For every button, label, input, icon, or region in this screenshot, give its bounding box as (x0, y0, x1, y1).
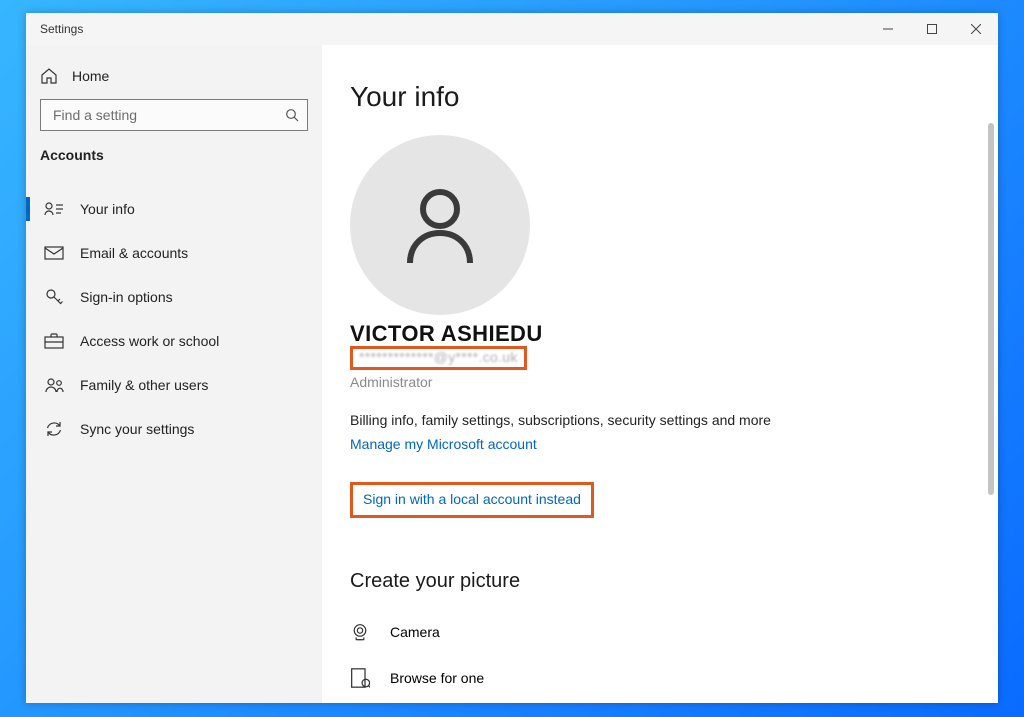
sidebar-category: Accounts (26, 147, 322, 177)
maximize-icon (927, 24, 937, 34)
sidebar-item-your-info[interactable]: Your info (26, 187, 322, 231)
search-icon (285, 108, 299, 122)
sidebar-item-signin[interactable]: Sign-in options (26, 275, 322, 319)
sidebar: Home Accounts Your info (26, 45, 322, 703)
sidebar-item-family[interactable]: Family & other users (26, 363, 322, 407)
picture-heading: Create your picture (350, 570, 998, 593)
briefcase-icon (44, 331, 64, 351)
scrollbar-thumb[interactable] (988, 123, 994, 495)
minimize-button[interactable] (866, 13, 910, 45)
people-icon (44, 375, 64, 395)
person-icon (390, 175, 490, 275)
sidebar-item-home[interactable]: Home (26, 55, 322, 99)
sidebar-item-label: Sign-in options (80, 289, 173, 305)
browse-label: Browse for one (390, 670, 484, 686)
sidebar-item-label: Access work or school (80, 333, 219, 349)
sidebar-item-work[interactable]: Access work or school (26, 319, 322, 363)
scrollbar[interactable] (988, 123, 994, 687)
manage-account-link[interactable]: Manage my Microsoft account (350, 436, 537, 452)
sidebar-item-email[interactable]: Email & accounts (26, 231, 322, 275)
sidebar-item-label: Your info (80, 201, 135, 217)
sidebar-item-label: Home (72, 68, 109, 84)
window-body: Home Accounts Your info (26, 45, 998, 703)
window-title: Settings (26, 22, 83, 36)
search-input[interactable] (40, 99, 308, 131)
close-icon (971, 24, 981, 34)
browse-button[interactable]: Browse for one (350, 655, 998, 701)
maximize-button[interactable] (910, 13, 954, 45)
minimize-icon (883, 24, 893, 34)
settings-window: Settings Home (26, 13, 998, 703)
sync-icon (44, 419, 64, 439)
camera-icon (350, 622, 370, 642)
camera-button[interactable]: Camera (350, 609, 998, 655)
mail-icon (44, 243, 64, 263)
person-card-icon (44, 199, 64, 219)
key-icon (44, 287, 64, 307)
sidebar-item-label: Email & accounts (80, 245, 188, 261)
sidebar-item-label: Sync your settings (80, 421, 194, 437)
avatar (350, 135, 530, 315)
sidebar-item-sync[interactable]: Sync your settings (26, 407, 322, 451)
account-email: *************@y****.co.uk (359, 349, 518, 365)
main-content: Your info VICTOR ASHIEDU *************@y… (322, 45, 998, 703)
home-icon (40, 67, 58, 85)
sidebar-nav: Your info Email & accounts Sign-in optio… (26, 187, 322, 451)
browse-icon (350, 668, 370, 688)
sidebar-item-label: Family & other users (80, 377, 208, 393)
local-account-highlight: Sign in with a local account instead (350, 482, 594, 518)
close-button[interactable] (954, 13, 998, 45)
window-buttons (866, 13, 998, 45)
titlebar: Settings (26, 13, 998, 45)
billing-description: Billing info, family settings, subscript… (350, 412, 998, 428)
account-role: Administrator (350, 374, 998, 390)
camera-label: Camera (390, 624, 440, 640)
search-input-field[interactable] (51, 106, 285, 124)
page-title: Your info (350, 81, 998, 113)
sign-in-local-link[interactable]: Sign in with a local account instead (363, 491, 581, 507)
account-name: VICTOR ASHIEDU (350, 321, 998, 347)
account-email-highlight: *************@y****.co.uk (350, 346, 527, 370)
